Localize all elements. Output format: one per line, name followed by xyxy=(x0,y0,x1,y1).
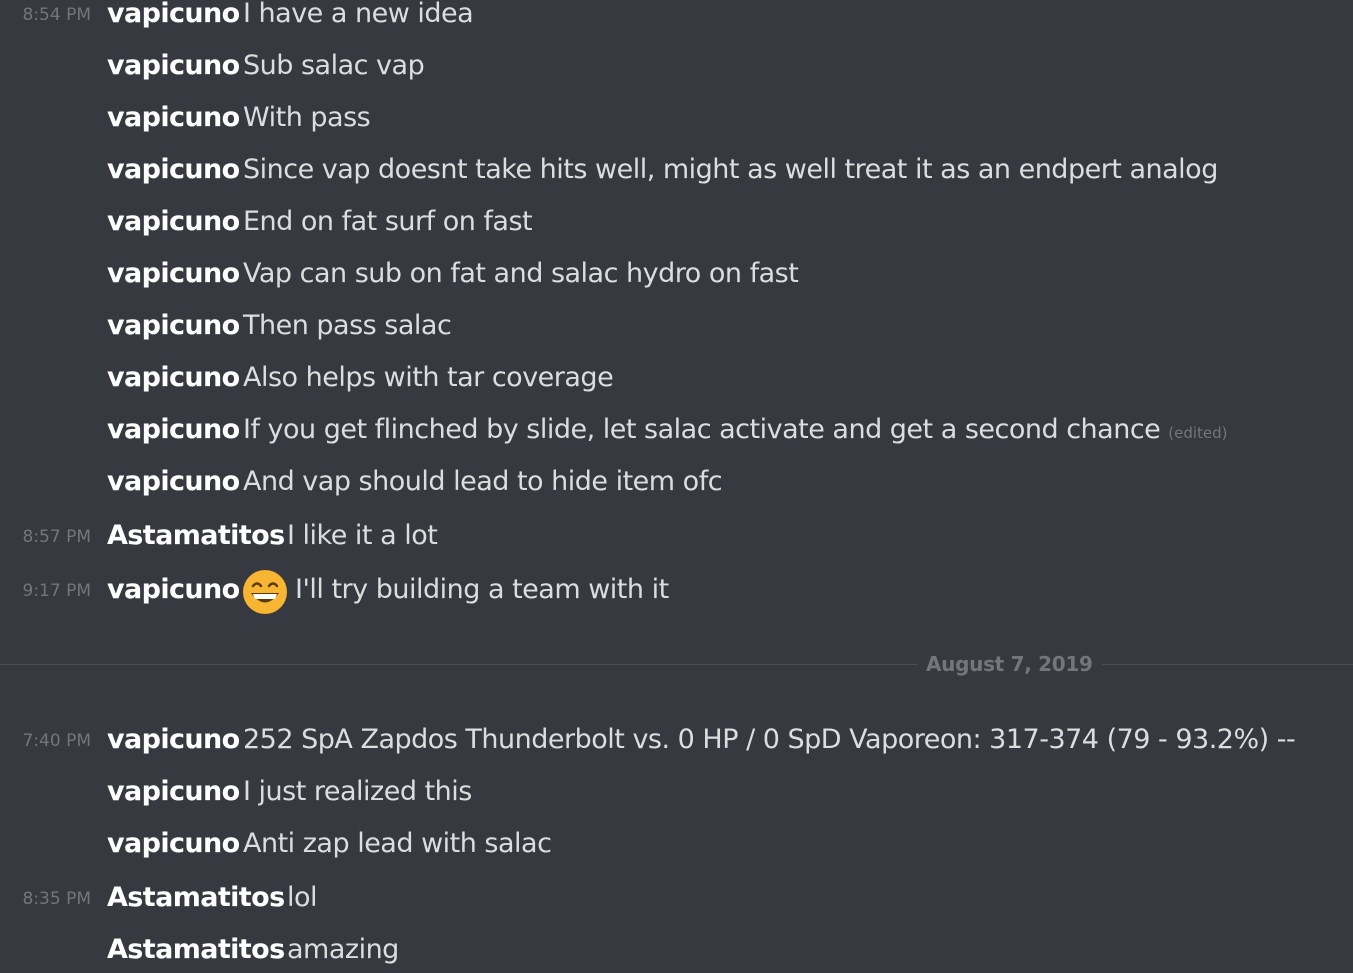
message-author[interactable]: Astamatitos xyxy=(107,520,285,551)
message-row: Astamatitos amazing xyxy=(0,934,1353,973)
message-author[interactable]: Astamatitos xyxy=(107,882,285,913)
message-author[interactable]: vapicuno xyxy=(107,206,240,237)
message-text: Also helps with tar coverage xyxy=(243,362,614,393)
message-text: amazing xyxy=(287,934,399,965)
message-text: I have a new idea xyxy=(243,0,474,29)
date-divider: August 7, 2019 xyxy=(917,652,1102,676)
message-text: If you get flinched by slide, let salac … xyxy=(243,414,1161,445)
message-author[interactable]: vapicuno xyxy=(107,466,240,497)
message-text: And vap should lead to hide item ofc xyxy=(243,466,723,497)
message-author[interactable]: vapicuno xyxy=(107,574,240,605)
message-text: End on fat surf on fast xyxy=(243,206,533,237)
message-text: I'll try building a team with it xyxy=(295,574,669,605)
message-timestamp[interactable]: 7:40 PM xyxy=(0,731,92,751)
message-row: vapicuno Since vap doesnt take hits well… xyxy=(0,154,1353,206)
message-author[interactable]: vapicuno xyxy=(107,102,240,133)
edited-marker: (edited) xyxy=(1168,424,1228,442)
grinning-face-emoji[interactable] xyxy=(242,569,288,615)
message-text: With pass xyxy=(243,102,371,133)
message-timestamp[interactable]: 9:17 PM xyxy=(0,581,92,601)
message-row: vapicuno Sub salac vap xyxy=(0,50,1353,102)
message-row: vapicuno Anti zap lead with salac xyxy=(0,828,1353,880)
message-timestamp[interactable]: 8:57 PM xyxy=(0,527,92,547)
message-author[interactable]: vapicuno xyxy=(107,724,240,755)
message-text: 252 SpA Zapdos Thunderbolt vs. 0 HP / 0 … xyxy=(243,724,1296,755)
message-author[interactable]: vapicuno xyxy=(107,310,240,341)
message-author[interactable]: vapicuno xyxy=(107,414,240,445)
message-row: 7:40 PM vapicuno 252 SpA Zapdos Thunderb… xyxy=(0,724,1353,776)
message-text-wrapper: If you get flinched by slide, let salac … xyxy=(243,414,1228,445)
message-timestamp[interactable]: 8:35 PM xyxy=(0,889,92,909)
message-row: vapicuno If you get flinched by slide, l… xyxy=(0,414,1353,466)
message-row: 8:57 PM Astamatitos I like it a lot xyxy=(0,520,1353,572)
message-row: vapicuno End on fat surf on fast xyxy=(0,206,1353,258)
message-text: lol xyxy=(287,882,318,913)
message-text: Then pass salac xyxy=(243,310,452,341)
message-text: Since vap doesnt take hits well, might a… xyxy=(243,154,1218,185)
message-text: Vap can sub on fat and salac hydro on fa… xyxy=(243,258,799,289)
message-author[interactable]: vapicuno xyxy=(107,776,240,807)
message-row: vapicuno Vap can sub on fat and salac hy… xyxy=(0,258,1353,310)
message-row: vapicuno And vap should lead to hide ite… xyxy=(0,466,1353,518)
message-row: vapicuno I just realized this xyxy=(0,776,1353,828)
message-author[interactable]: vapicuno xyxy=(107,362,240,393)
date-divider-line xyxy=(0,664,1353,665)
message-row: vapicuno Then pass salac xyxy=(0,310,1353,362)
message-text: Anti zap lead with salac xyxy=(243,828,552,859)
message-author[interactable]: vapicuno xyxy=(107,0,240,29)
message-row: 8:54 PM vapicuno I have a new idea xyxy=(0,0,1353,50)
message-row: 8:35 PM Astamatitos lol xyxy=(0,882,1353,934)
message-author[interactable]: vapicuno xyxy=(107,828,240,859)
chat-log: 8:54 PM vapicuno I have a new idea vapic… xyxy=(0,0,1353,973)
message-row: vapicuno Also helps with tar coverage xyxy=(0,362,1353,414)
message-author[interactable]: vapicuno xyxy=(107,50,240,81)
message-author[interactable]: Astamatitos xyxy=(107,934,285,965)
message-row: 9:17 PM vapicuno I'll try building a tea… xyxy=(0,570,1353,626)
message-author[interactable]: vapicuno xyxy=(107,154,240,185)
message-author[interactable]: vapicuno xyxy=(107,258,240,289)
message-timestamp[interactable]: 8:54 PM xyxy=(0,5,92,25)
message-row: vapicuno With pass xyxy=(0,102,1353,154)
message-text: I just realized this xyxy=(243,776,472,807)
message-text: I like it a lot xyxy=(287,520,438,551)
message-text: Sub salac vap xyxy=(243,50,425,81)
